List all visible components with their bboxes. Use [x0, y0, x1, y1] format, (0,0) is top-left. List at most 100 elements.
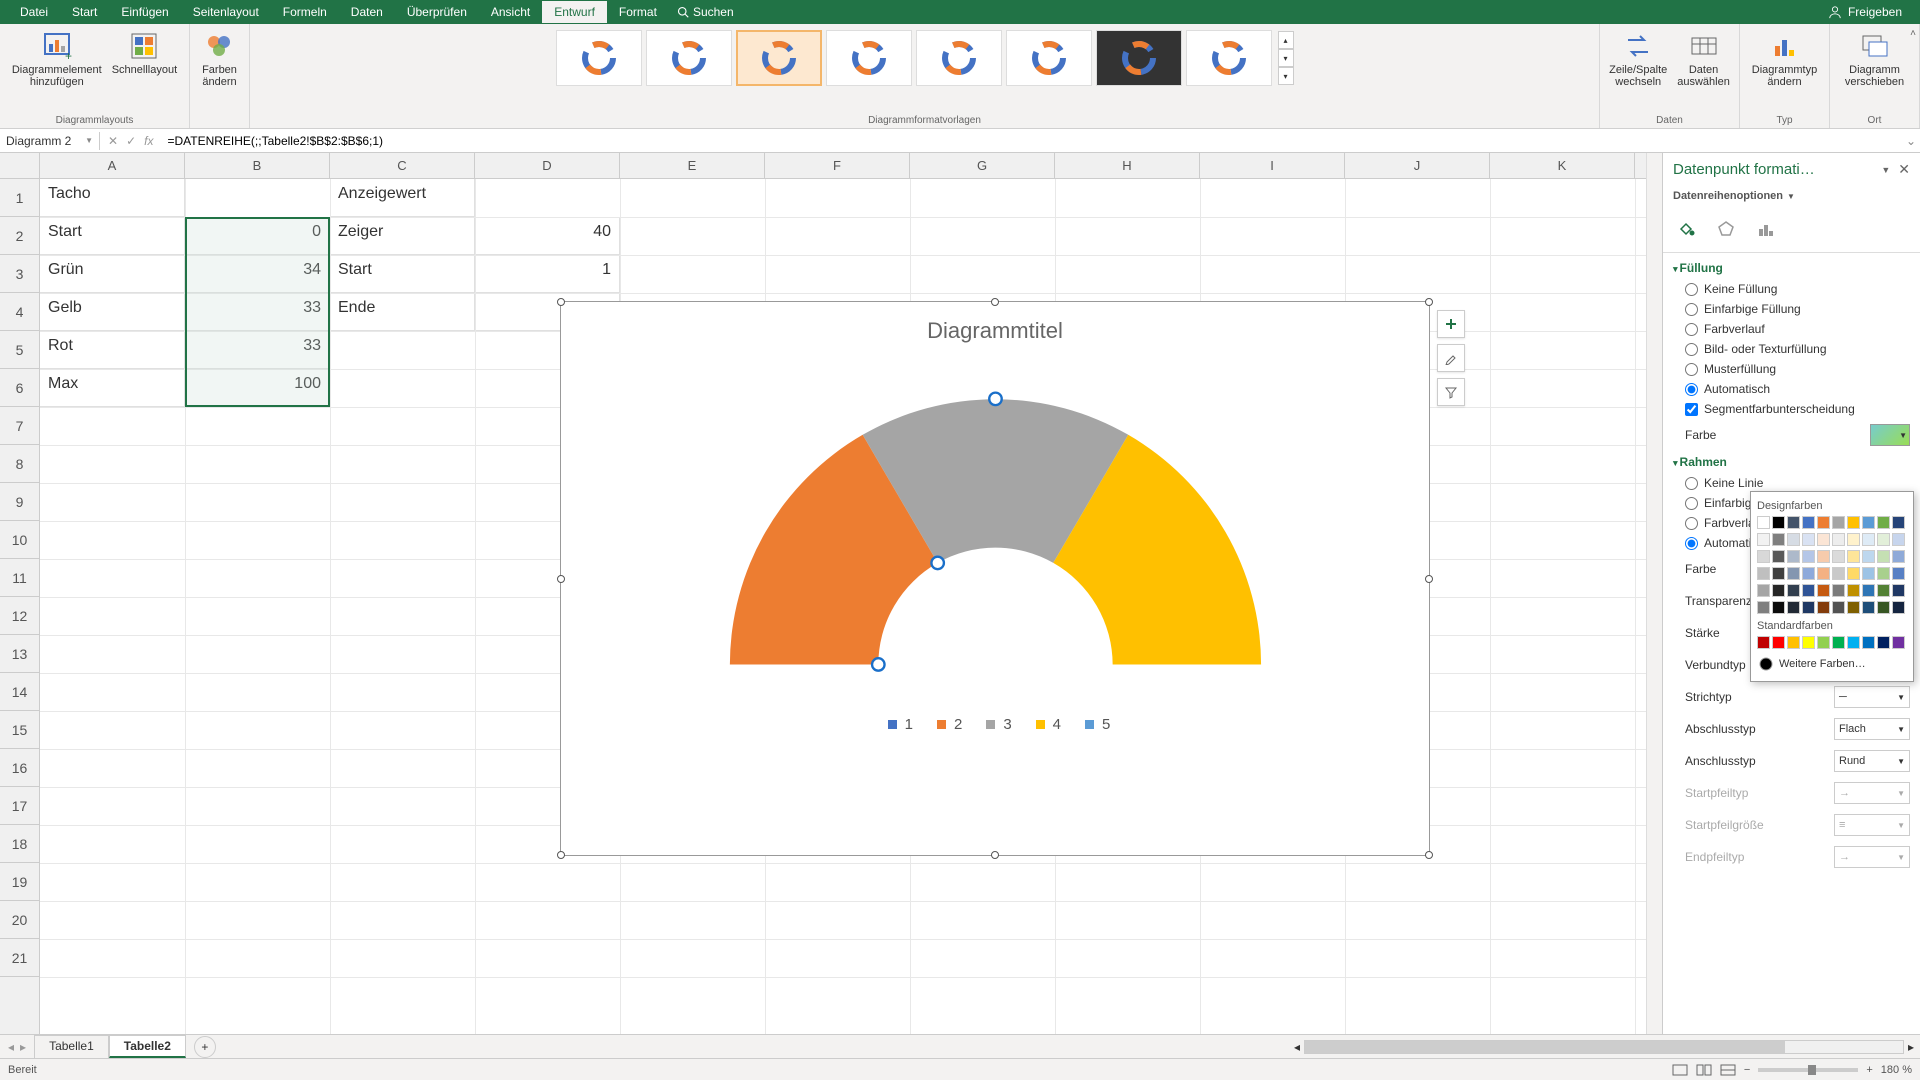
cell-A2[interactable]: Start [40, 217, 185, 255]
name-box[interactable]: Diagramm 2▼ [0, 132, 100, 150]
tab-format[interactable]: Format [607, 1, 669, 23]
cell-B5[interactable]: 33 [185, 331, 330, 369]
formula-input[interactable] [161, 132, 1902, 150]
effects-tab[interactable] [1713, 216, 1739, 242]
row-header-1[interactable]: 1 [0, 179, 39, 217]
color-swatch[interactable] [1787, 550, 1800, 563]
color-swatch[interactable] [1802, 533, 1815, 546]
color-swatch[interactable] [1877, 533, 1890, 546]
zoom-out[interactable]: − [1744, 1064, 1750, 1076]
row-header-15[interactable]: 15 [0, 711, 39, 749]
color-swatch[interactable] [1757, 636, 1770, 649]
color-swatch[interactable] [1862, 550, 1875, 563]
color-swatch[interactable] [1817, 584, 1830, 597]
select-data-button[interactable]: Daten auswählen [1673, 28, 1734, 90]
hscroll-right[interactable]: ▸ [1908, 1040, 1914, 1054]
border-radio[interactable] [1685, 497, 1698, 510]
row-header-14[interactable]: 14 [0, 673, 39, 711]
pane-close-button[interactable]: ✕ [1898, 161, 1910, 178]
fill-radio-farbverlauf[interactable] [1685, 323, 1698, 336]
color-swatch[interactable] [1892, 567, 1905, 580]
row-header-7[interactable]: 7 [0, 407, 39, 445]
color-swatch[interactable] [1832, 636, 1845, 649]
move-chart-button[interactable]: Diagramm verschieben [1838, 28, 1911, 90]
zoom-slider[interactable] [1758, 1068, 1858, 1072]
chart-style-3[interactable] [736, 30, 822, 86]
col-header-F[interactable]: F [765, 153, 910, 178]
color-swatch[interactable] [1757, 567, 1770, 580]
color-swatch[interactable] [1847, 636, 1860, 649]
row-header-18[interactable]: 18 [0, 825, 39, 863]
row-header-16[interactable]: 16 [0, 749, 39, 787]
color-swatch[interactable] [1787, 533, 1800, 546]
gauge-chart-plot[interactable] [683, 352, 1308, 696]
color-swatch[interactable] [1832, 550, 1845, 563]
color-swatch[interactable] [1772, 601, 1785, 614]
col-header-G[interactable]: G [910, 153, 1055, 178]
cancel-formula-icon[interactable]: ✕ [108, 134, 118, 148]
color-swatch[interactable] [1847, 533, 1860, 546]
chart-legend[interactable]: 12345 [561, 696, 1429, 745]
color-swatch[interactable] [1877, 567, 1890, 580]
border-section[interactable]: Rahmen [1663, 451, 1920, 473]
cell-A5[interactable]: Rot [40, 331, 185, 369]
row-header-17[interactable]: 17 [0, 787, 39, 825]
formula-expand[interactable]: ⌄ [1902, 134, 1920, 148]
color-swatch[interactable] [1757, 550, 1770, 563]
color-swatch[interactable] [1892, 550, 1905, 563]
chart-style-5[interactable] [916, 30, 1002, 86]
color-swatch[interactable] [1862, 584, 1875, 597]
col-header-J[interactable]: J [1345, 153, 1490, 178]
styles-expand[interactable]: ▾ [1278, 67, 1294, 85]
color-swatch[interactable] [1862, 533, 1875, 546]
color-swatch[interactable] [1757, 584, 1770, 597]
color-swatch[interactable] [1817, 636, 1830, 649]
color-swatch[interactable] [1877, 516, 1890, 529]
row-header-11[interactable]: 11 [0, 559, 39, 597]
fill-radio-musterfüllung[interactable] [1685, 363, 1698, 376]
chart-style-4[interactable] [826, 30, 912, 86]
chart-plus-button[interactable] [1437, 310, 1465, 338]
color-swatch[interactable] [1787, 636, 1800, 649]
chart-style-8[interactable] [1186, 30, 1272, 86]
cell-A4[interactable]: Gelb [40, 293, 185, 331]
switch-row-col-button[interactable]: Zeile/Spalte wechseln [1605, 28, 1671, 90]
sheet-nav-next[interactable]: ▸ [20, 1040, 26, 1054]
cell-C4[interactable]: Ende [330, 293, 475, 331]
color-swatch[interactable] [1862, 601, 1875, 614]
color-swatch[interactable] [1877, 550, 1890, 563]
legend-item-4[interactable]: 4 [1028, 716, 1061, 733]
cell-C1[interactable]: Anzeigewert [330, 179, 475, 217]
color-swatch[interactable] [1802, 516, 1815, 529]
col-header-A[interactable]: A [40, 153, 185, 178]
horizontal-scrollbar[interactable] [1304, 1040, 1904, 1054]
add-chart-element-button[interactable]: + Diagrammelement hinzufügen [8, 28, 106, 90]
fx-icon[interactable]: fx [144, 134, 153, 148]
cell-B3[interactable]: 34 [185, 255, 330, 293]
chart-style-7[interactable] [1096, 30, 1182, 86]
row-header-12[interactable]: 12 [0, 597, 39, 635]
fill-section[interactable]: Füllung [1663, 257, 1920, 279]
chart-filter-button[interactable] [1437, 378, 1465, 406]
color-swatch[interactable] [1772, 550, 1785, 563]
page-layout-view-icon[interactable] [1696, 1064, 1712, 1076]
col-header-I[interactable]: I [1200, 153, 1345, 178]
change-colors-button[interactable]: Farben ändern [198, 28, 241, 90]
cell-B4[interactable]: 33 [185, 293, 330, 331]
hscroll-left[interactable]: ◂ [1294, 1040, 1300, 1054]
color-swatch[interactable] [1847, 516, 1860, 529]
color-swatch[interactable] [1832, 516, 1845, 529]
row-header-9[interactable]: 9 [0, 483, 39, 521]
spreadsheet[interactable]: ABCDEFGHIJK 1234567891011121314151617181… [0, 153, 1662, 1034]
cell-A1[interactable]: Tacho [40, 179, 185, 217]
color-swatch[interactable] [1817, 567, 1830, 580]
color-swatch[interactable] [1832, 584, 1845, 597]
col-header-B[interactable]: B [185, 153, 330, 178]
color-swatch[interactable] [1862, 636, 1875, 649]
row-header-2[interactable]: 2 [0, 217, 39, 255]
fill-color-button[interactable]: ▼ [1870, 424, 1910, 446]
col-header-C[interactable]: C [330, 153, 475, 178]
fill-radio-keine-füllung[interactable] [1685, 283, 1698, 296]
row-header-20[interactable]: 20 [0, 901, 39, 939]
color-swatch[interactable] [1847, 584, 1860, 597]
